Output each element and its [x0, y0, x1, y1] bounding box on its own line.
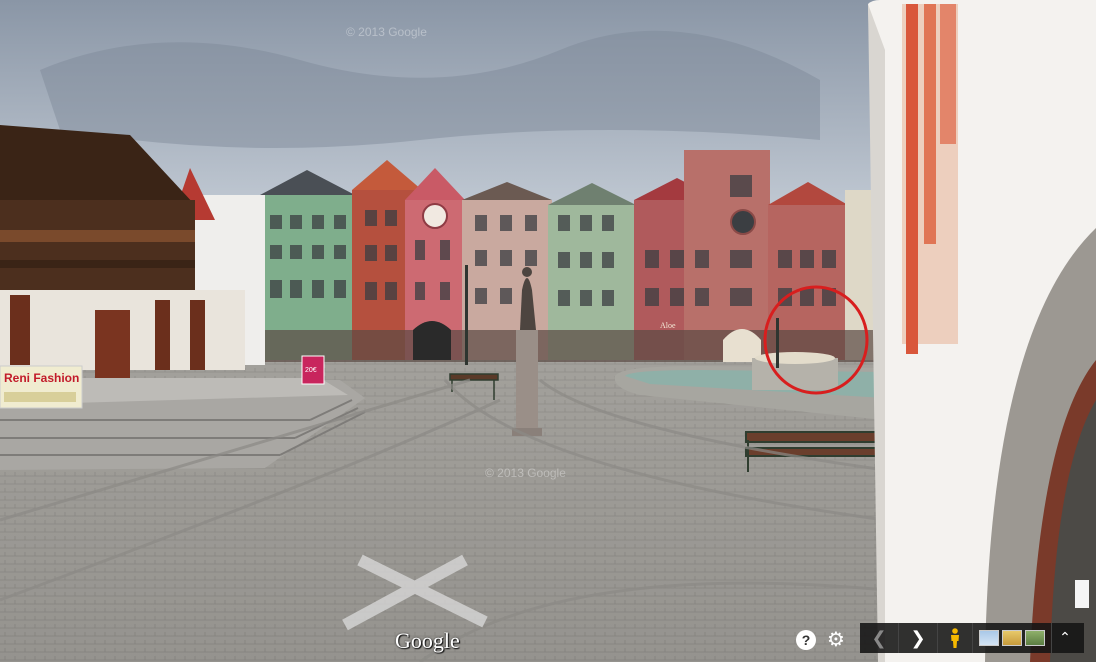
google-logo: Google: [395, 628, 460, 653]
lamp-post: [776, 318, 779, 368]
archway: [413, 321, 451, 360]
satellite-thumbnail[interactable]: [1025, 630, 1045, 646]
copyright-watermark: © 2013 Google: [346, 25, 427, 39]
lamp-post: [465, 265, 468, 365]
help-button[interactable]: ?: [796, 630, 816, 650]
street-view-thumbnail[interactable]: [1002, 630, 1022, 646]
imagery-thumbnails: [972, 623, 1051, 653]
chevron-right-icon[interactable]: ❯: [898, 623, 937, 653]
pegman-icon[interactable]: [937, 623, 972, 653]
map-thumbnail[interactable]: [979, 630, 999, 646]
chevron-left-icon[interactable]: ❮: [860, 623, 898, 653]
copyright-watermark: © 2013 Google: [485, 466, 566, 480]
street-view-panorama[interactable]: Aloe Reni Fashion 20€: [0, 0, 1096, 662]
shop-sign-text: Reni Fashion: [4, 371, 79, 385]
foreground-building: [868, 0, 1096, 662]
street-view-controls: ❮ ❯ ⌃: [860, 623, 1084, 653]
chevron-up-icon[interactable]: ⌃: [1051, 623, 1078, 653]
sandwich-board-text: 20€: [305, 367, 317, 374]
gear-icon[interactable]: ⚙: [825, 628, 847, 650]
storefront-sign: Aloe: [660, 321, 676, 330]
